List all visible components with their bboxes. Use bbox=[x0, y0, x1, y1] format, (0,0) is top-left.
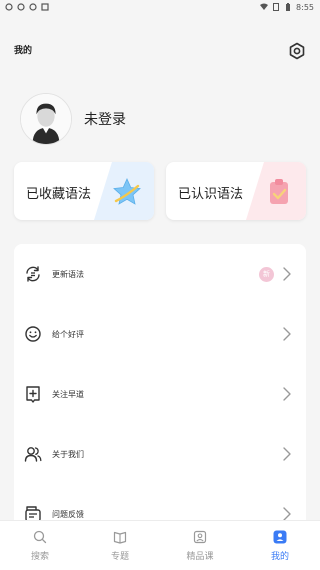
tab-label: 精品课 bbox=[186, 551, 214, 562]
add-bookmark-icon bbox=[23, 384, 43, 404]
settings-hexagon-icon bbox=[289, 42, 305, 60]
search-icon bbox=[33, 530, 47, 544]
notification-icon bbox=[5, 3, 13, 11]
clipboard-check-icon bbox=[270, 179, 288, 204]
favorites-card[interactable]: 已收藏语法 bbox=[14, 162, 154, 220]
default-avatar-icon bbox=[21, 94, 71, 144]
tab-label: 我的 bbox=[270, 551, 289, 562]
status-left bbox=[5, 3, 49, 11]
menu-label: 关于我们 bbox=[52, 449, 84, 459]
chevron-right-icon bbox=[283, 507, 291, 521]
favorites-label: 已收藏语法 bbox=[26, 187, 92, 202]
tab-search[interactable]: 搜索 bbox=[0, 521, 80, 570]
avatar[interactable] bbox=[20, 93, 72, 145]
notification-icon bbox=[17, 3, 25, 11]
learned-card[interactable]: 已认识语法 bbox=[166, 162, 306, 220]
menu-label: 问题反馈 bbox=[52, 509, 84, 519]
menu-item-update-grammar[interactable]: 更新语法 新 bbox=[14, 244, 306, 304]
menu-label: 关注早道 bbox=[52, 389, 84, 399]
tab-label: 专题 bbox=[110, 551, 129, 562]
menu-item-follow[interactable]: 关注早道 bbox=[14, 364, 306, 424]
menu-label: 给个好评 bbox=[52, 329, 84, 339]
chevron-right-icon bbox=[283, 387, 291, 401]
status-time: 8:55 bbox=[296, 2, 314, 12]
page-title: 我的 bbox=[14, 46, 33, 56]
refresh-icon bbox=[23, 264, 43, 284]
status-right: 8:55 bbox=[260, 3, 314, 12]
notification-icon bbox=[29, 3, 37, 11]
login-status[interactable]: 未登录 bbox=[84, 109, 126, 129]
chevron-right-icon bbox=[283, 447, 291, 461]
chevron-right-icon bbox=[283, 267, 291, 281]
wifi-icon bbox=[260, 3, 269, 10]
tab-label: 搜索 bbox=[30, 551, 49, 562]
tab-courses[interactable]: 精品课 bbox=[160, 521, 240, 570]
sim-icon bbox=[273, 3, 280, 11]
settings-button[interactable] bbox=[286, 40, 308, 62]
book-icon bbox=[113, 530, 127, 544]
smile-icon bbox=[23, 324, 43, 344]
people-icon bbox=[23, 444, 43, 464]
battery-icon bbox=[286, 3, 291, 11]
profile-icon bbox=[273, 530, 287, 544]
chevron-right-icon bbox=[283, 327, 291, 341]
course-icon bbox=[193, 530, 207, 544]
learned-label: 已认识语法 bbox=[178, 187, 244, 202]
status-bar: 8:55 bbox=[0, 0, 320, 14]
app-icon bbox=[41, 3, 49, 11]
menu-item-rate-app[interactable]: 给个好评 bbox=[14, 304, 306, 364]
new-badge: 新 bbox=[259, 266, 274, 282]
menu-item-about[interactable]: 关于我们 bbox=[14, 424, 306, 484]
menu-label: 更新语法 bbox=[52, 269, 84, 279]
tab-profile[interactable]: 我的 bbox=[240, 521, 320, 570]
star-icon bbox=[113, 178, 141, 205]
header: 我的 bbox=[0, 36, 320, 66]
profile-login[interactable]: 未登录 bbox=[20, 92, 220, 146]
menu-panel: 更新语法 新 给个好评 关注早道 关于我们 问题反馈 bbox=[14, 244, 306, 534]
bottom-tab-bar: 搜索 专题 精品课 我的 bbox=[0, 520, 320, 570]
tab-topics[interactable]: 专题 bbox=[80, 521, 160, 570]
